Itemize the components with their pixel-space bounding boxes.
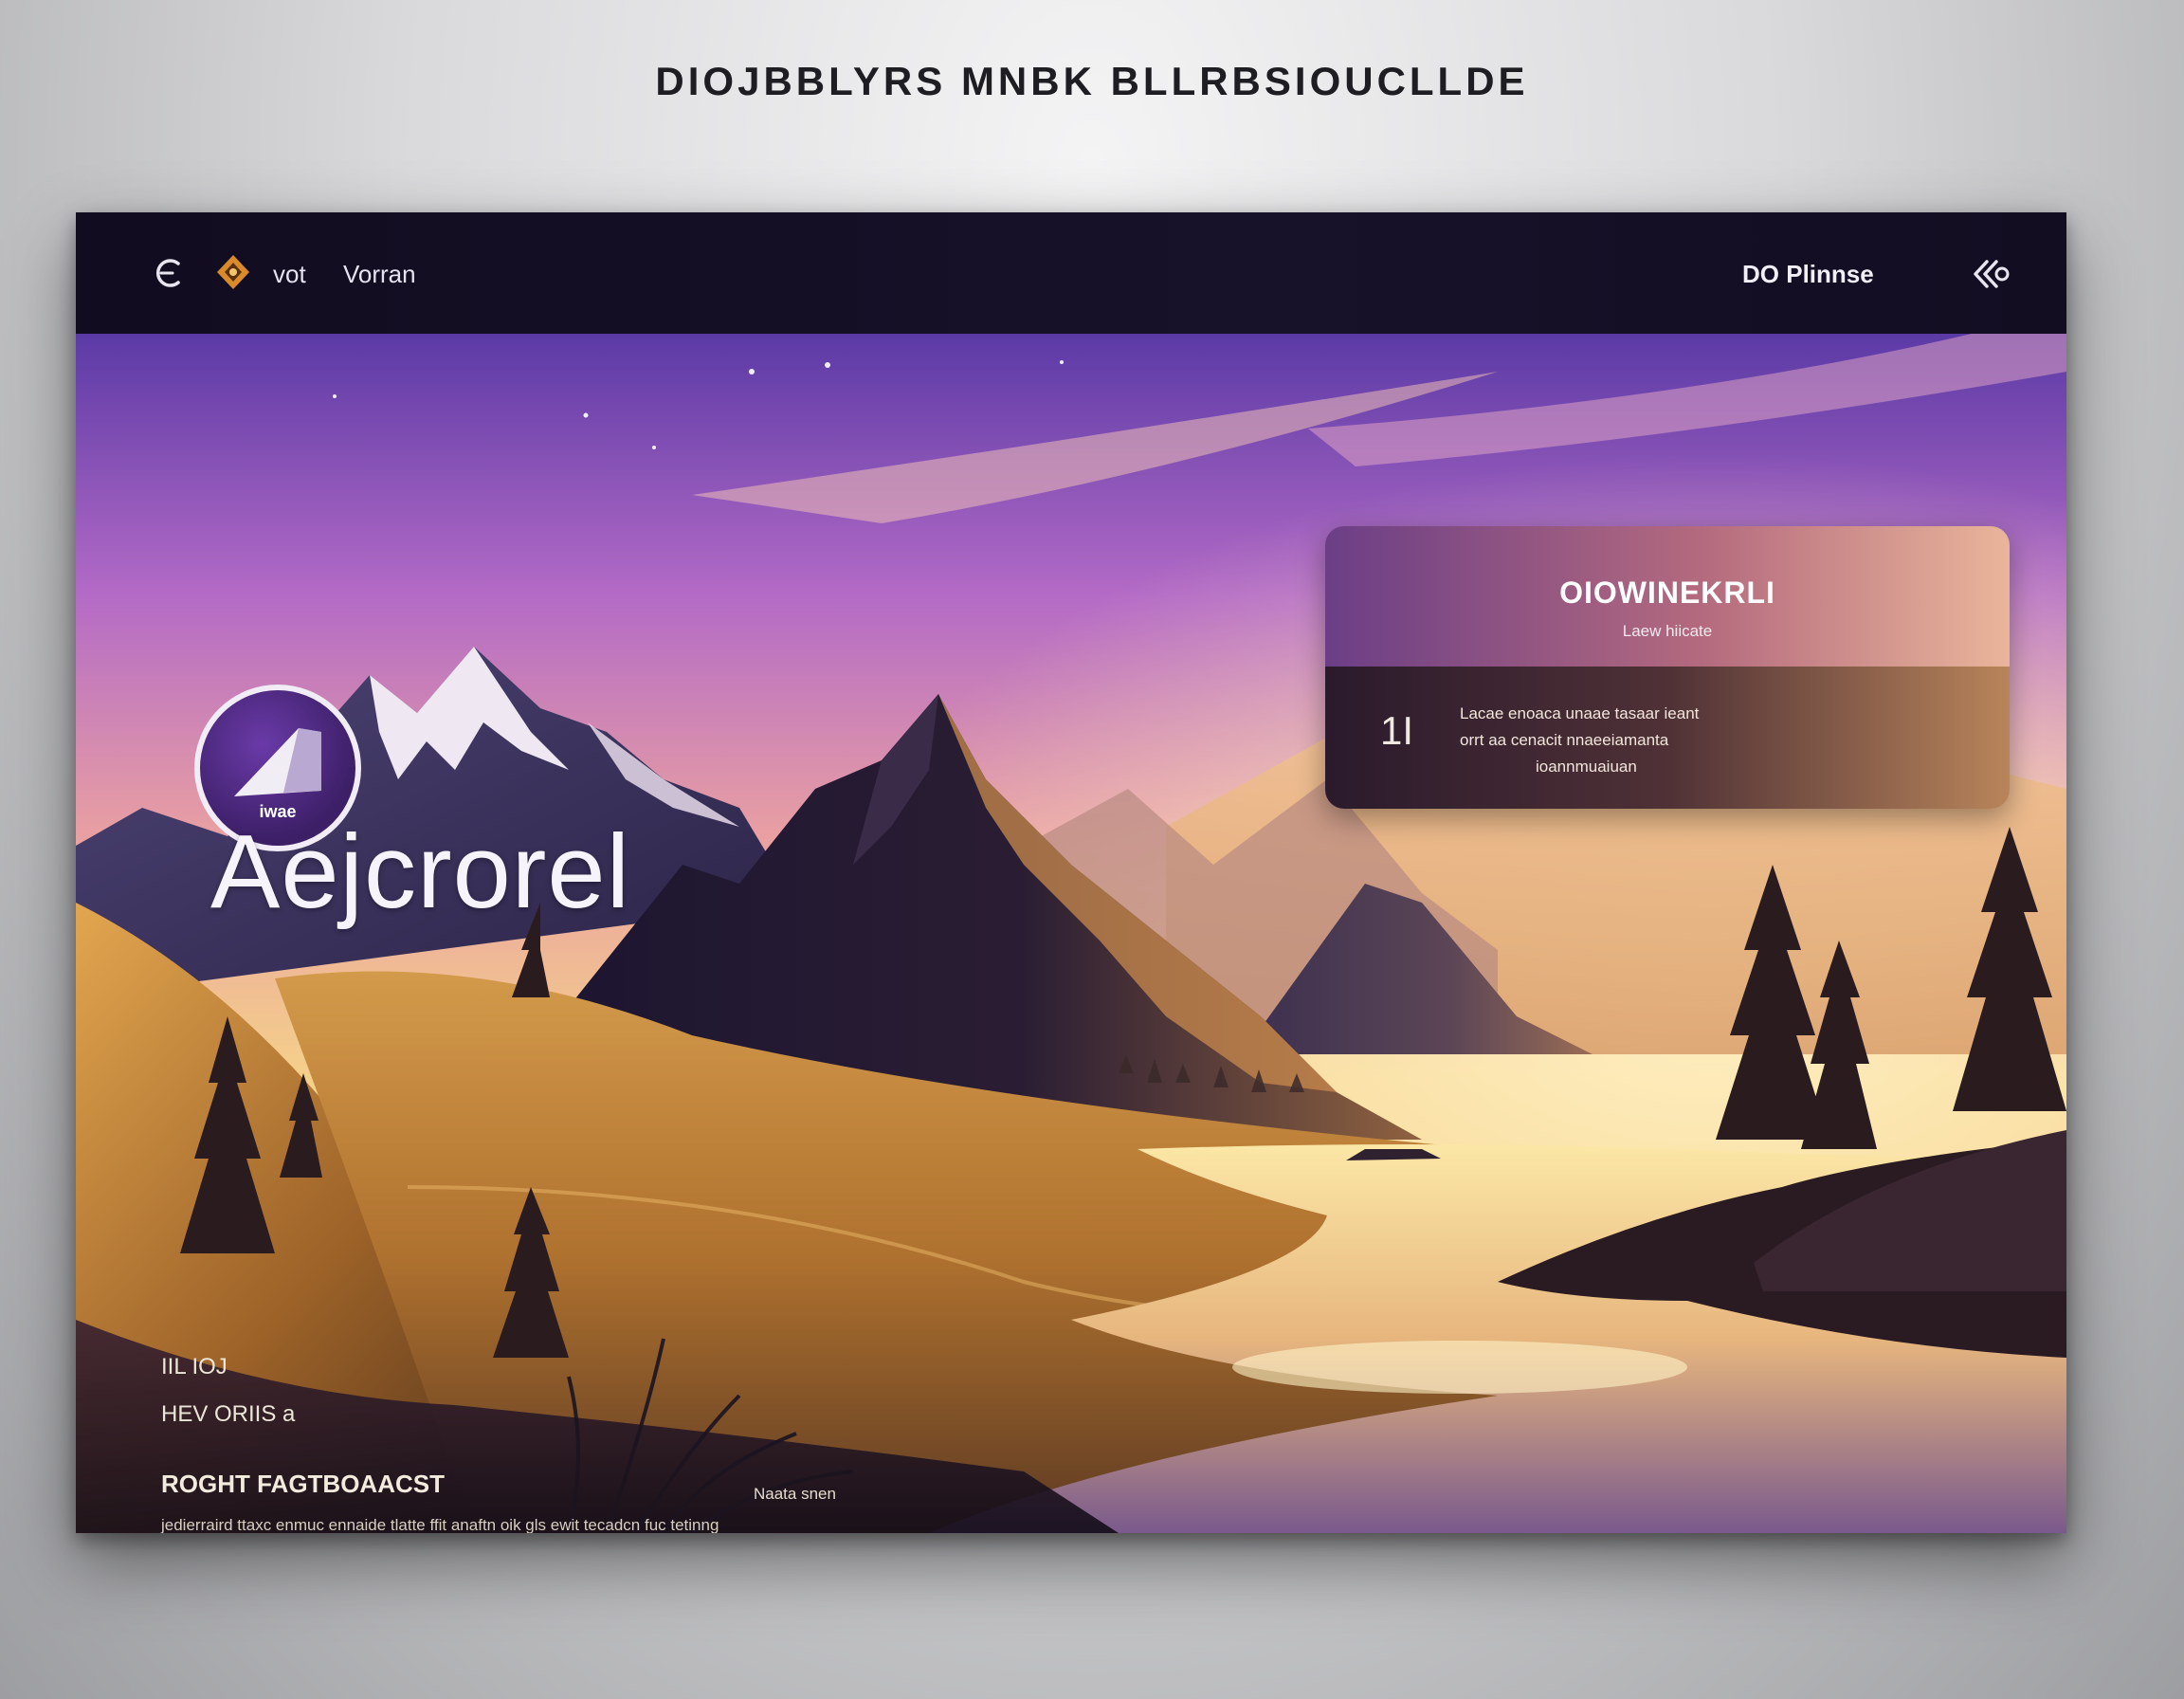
hero-meta-label: HEV ORIIS a: [161, 1401, 296, 1427]
hero-section-heading: ROGHT FAGTBOAACST: [161, 1470, 445, 1498]
logo-icon[interactable]: [213, 252, 253, 292]
hero-title: Aejcrorel: [210, 813, 631, 930]
info-card-line: Lacae enoaca unaae tasaar ieant: [1460, 704, 1700, 722]
app-window: vot Vorran DO Plinnse iwae Aejcrorel IIL…: [76, 212, 2066, 1533]
mountain-landscape-illustration: [76, 334, 2066, 1533]
hero-section: iwae Aejcrorel IIL IOJ HEV ORIIS a ROGHT…: [76, 334, 2066, 1533]
page-caption: DIOJBBLYRS MNBK BLLRBSIOUCLLDE: [655, 59, 1529, 103]
info-card-line: orrt aa cenacit nnaeeiamanta: [1460, 731, 1669, 749]
top-navbar: vot Vorran DO Plinnse: [76, 212, 2066, 334]
share-icon[interactable]: [1972, 256, 2011, 292]
hero-body-text: jedierraird ttaxc enmuc ennaide tlatte f…: [161, 1516, 719, 1533]
info-card-title: OIOWINEKRLI: [1559, 575, 1775, 610]
nav-link-vorran[interactable]: Vorran: [343, 260, 416, 289]
info-card-header: OIOWINEKRLI Laew hiicate: [1325, 526, 2010, 667]
info-card-line: ioannmuaiuan: [1536, 758, 1637, 776]
back-icon[interactable]: [152, 254, 190, 292]
info-card[interactable]: OIOWINEKRLI Laew hiicate 1I Lacae enoaca…: [1325, 526, 2010, 809]
nav-cta-button[interactable]: DO Plinnse: [1742, 260, 1874, 289]
hero-author: Naata snen: [754, 1485, 836, 1503]
info-card-number: 1I: [1380, 708, 1414, 753]
info-card-subtitle: Laew hiicate: [1622, 622, 1713, 640]
nav-link-vot[interactable]: vot: [273, 260, 306, 289]
hero-meta-small: IIL IOJ: [161, 1354, 228, 1379]
